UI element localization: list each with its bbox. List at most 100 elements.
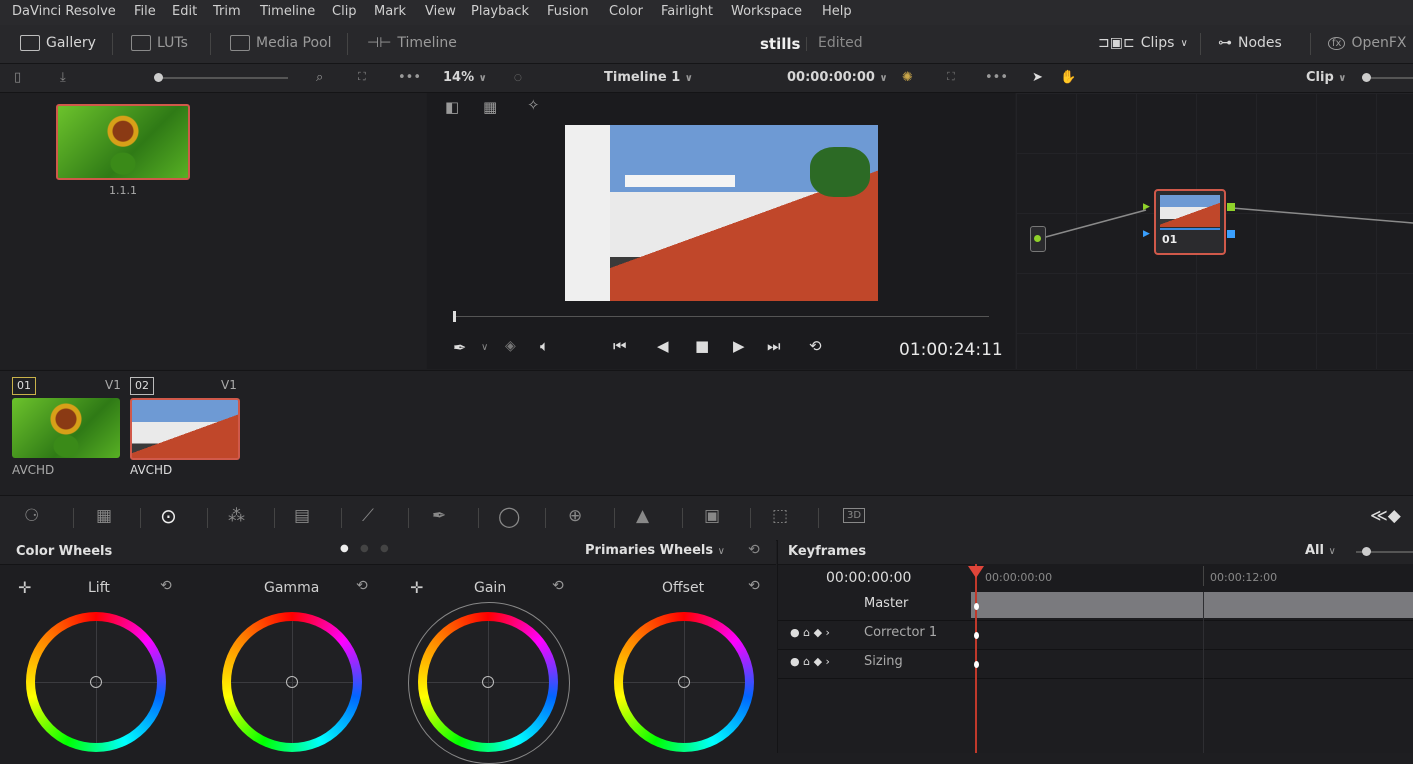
menu-davinci-resolve[interactable]: DaVinci Resolve xyxy=(12,4,116,19)
window-icon[interactable]: ◯ xyxy=(498,504,520,528)
reset-lift-icon[interactable]: ⟲ xyxy=(160,578,172,594)
keyframe-dot[interactable] xyxy=(974,632,979,639)
skip-start-icon[interactable]: ⏮︎ xyxy=(613,337,627,355)
crosshair-icon[interactable]: ✛ xyxy=(410,578,423,597)
clip-thumbnail[interactable] xyxy=(12,398,120,458)
keyframe-row-sizing[interactable]: ● ⌂ ◆ › Sizing xyxy=(778,650,1413,679)
menu-help[interactable]: Help xyxy=(822,4,852,19)
playhead-line[interactable] xyxy=(975,564,977,753)
viewer-expand-icon[interactable]: ⛶ xyxy=(947,70,955,84)
menu-mark[interactable]: Mark xyxy=(374,4,406,19)
page-dot-active-icon[interactable]: ● xyxy=(340,543,349,554)
thumbnail-size-slider[interactable] xyxy=(154,73,288,82)
motion-effects-icon[interactable]: ▤ xyxy=(294,506,310,526)
offset-puck[interactable] xyxy=(678,676,690,688)
node-output-port[interactable] xyxy=(1227,203,1235,211)
gallery-button[interactable]: Gallery xyxy=(20,35,96,51)
menu-fusion[interactable]: Fusion xyxy=(547,4,589,19)
rgb-mixer-icon[interactable]: ⁂ xyxy=(228,506,245,526)
timeline-button[interactable]: ⊣⊢ Timeline xyxy=(367,35,457,51)
3d-icon[interactable]: 3D xyxy=(843,508,866,523)
play-icon[interactable]: ▶ xyxy=(733,337,745,355)
color-picker-icon[interactable]: ✺ xyxy=(902,70,913,85)
page-dot-icon[interactable]: ● xyxy=(380,543,389,554)
source-input-node[interactable] xyxy=(1030,226,1046,252)
keyframe-row-corrector[interactable]: ● ⌂ ◆ › Corrector 1 xyxy=(778,621,1413,650)
gain-puck[interactable] xyxy=(482,676,494,688)
node-zoom-slider[interactable] xyxy=(1362,73,1413,82)
menu-view[interactable]: View xyxy=(425,4,456,19)
camera-raw-icon[interactable]: ⚆ xyxy=(24,506,39,526)
reset-all-icon[interactable]: ⟲ xyxy=(748,542,760,558)
eyedropper-icon[interactable]: ✒ xyxy=(453,338,466,357)
lift-puck[interactable] xyxy=(90,676,102,688)
corrector-controls[interactable]: ● ⌂ ◆ › xyxy=(790,626,830,639)
reset-gain-icon[interactable]: ⟲ xyxy=(552,578,564,594)
timeline-dropdown[interactable]: Timeline 1 ∨ xyxy=(604,70,693,85)
keyframe-zoom-slider[interactable] xyxy=(1356,547,1413,556)
hand-icon[interactable]: ✋ xyxy=(1060,70,1076,85)
gamma-wheel[interactable] xyxy=(222,612,362,752)
zoom-dropdown[interactable]: 14% ∨ xyxy=(443,70,487,85)
curves-icon[interactable]: ⟋ xyxy=(362,506,374,526)
menu-file[interactable]: File xyxy=(134,4,156,19)
menu-trim[interactable]: Trim xyxy=(213,4,241,19)
gamma-puck[interactable] xyxy=(286,676,298,688)
blur-icon[interactable]: ▲ xyxy=(636,506,649,526)
luts-button[interactable]: LUTs xyxy=(131,35,188,51)
sizing-icon[interactable]: ⬚ xyxy=(772,506,788,526)
sizing-controls[interactable]: ● ⌂ ◆ › xyxy=(790,655,830,668)
slider-handle[interactable] xyxy=(1362,73,1371,82)
layers-icon[interactable]: ◈ xyxy=(505,338,516,354)
node-mode-dropdown[interactable]: Clip ∨ xyxy=(1306,70,1346,85)
timecode-dropdown[interactable]: 00:00:00:00 ∨ xyxy=(787,70,888,85)
tracker-icon[interactable]: ⊕ xyxy=(568,506,582,526)
offset-wheel[interactable] xyxy=(614,612,754,752)
search-icon[interactable]: ⌕ xyxy=(316,70,323,85)
playhead[interactable] xyxy=(453,311,456,322)
color-wheels-icon[interactable]: ⊙ xyxy=(160,504,177,528)
expand-icon[interactable]: ⛶ xyxy=(358,70,366,84)
gain-wheel[interactable] xyxy=(418,612,558,752)
playhead-marker[interactable] xyxy=(968,566,984,578)
clip-thumbnail-selected[interactable] xyxy=(130,398,240,460)
openfx-button[interactable]: fx OpenFX xyxy=(1328,35,1407,51)
media-pool-button[interactable]: Media Pool xyxy=(230,35,331,51)
sidebar-toggle-icon[interactable]: ▯ xyxy=(14,70,21,85)
wheel-mode-dropdown[interactable]: Primaries Wheels ∨ xyxy=(585,543,725,558)
magic-wand-icon[interactable]: ✧ xyxy=(527,96,540,114)
reset-gamma-icon[interactable]: ⟲ xyxy=(356,578,368,594)
menu-workspace[interactable]: Workspace xyxy=(731,4,802,19)
crosshair-icon[interactable]: ✛ xyxy=(18,578,31,597)
skip-end-icon[interactable]: ⏭︎ xyxy=(767,337,781,355)
speaker-icon[interactable]: 🔈︎ xyxy=(540,337,549,355)
more-options-icon[interactable]: ••• xyxy=(398,70,421,85)
keyframe-row-master[interactable]: Master xyxy=(778,592,1413,621)
nodes-button[interactable]: ⊶ Nodes xyxy=(1218,35,1282,51)
stop-icon[interactable]: ■ xyxy=(695,337,709,355)
keyframe-filter-dropdown[interactable]: All ∨ xyxy=(1305,543,1336,558)
split-view-icon[interactable]: ◧ xyxy=(445,98,459,116)
keyframe-dot[interactable] xyxy=(974,661,979,668)
menu-timeline[interactable]: Timeline xyxy=(260,4,315,19)
qualifier-icon[interactable]: ✒ xyxy=(432,506,446,526)
color-match-icon[interactable]: ▦ xyxy=(96,506,112,526)
key-icon[interactable]: ▣ xyxy=(704,506,720,526)
scrubber-bar[interactable] xyxy=(453,316,989,317)
slider-handle[interactable] xyxy=(1362,547,1371,556)
loop-icon[interactable]: ⟲ xyxy=(809,337,822,355)
clips-button[interactable]: ⊐▣⊏ Clips ∨ xyxy=(1098,35,1188,51)
menu-playback[interactable]: Playback xyxy=(471,4,529,19)
viewer-more-icon[interactable]: ••• xyxy=(985,70,1008,85)
grid-view-icon[interactable]: ▦ xyxy=(483,98,497,116)
keyframe-dot[interactable] xyxy=(974,603,979,610)
node-key-output-port[interactable] xyxy=(1227,230,1235,238)
chevron-down-icon[interactable]: ∨ xyxy=(481,342,488,353)
menu-clip[interactable]: Clip xyxy=(332,4,357,19)
slider-handle[interactable] xyxy=(154,73,163,82)
corrector-node[interactable]: 01 xyxy=(1154,189,1226,255)
menu-color[interactable]: Color xyxy=(609,4,643,19)
gallery-still-thumbnail[interactable] xyxy=(56,104,190,180)
menu-edit[interactable]: Edit xyxy=(172,4,197,19)
lift-wheel[interactable] xyxy=(26,612,166,752)
